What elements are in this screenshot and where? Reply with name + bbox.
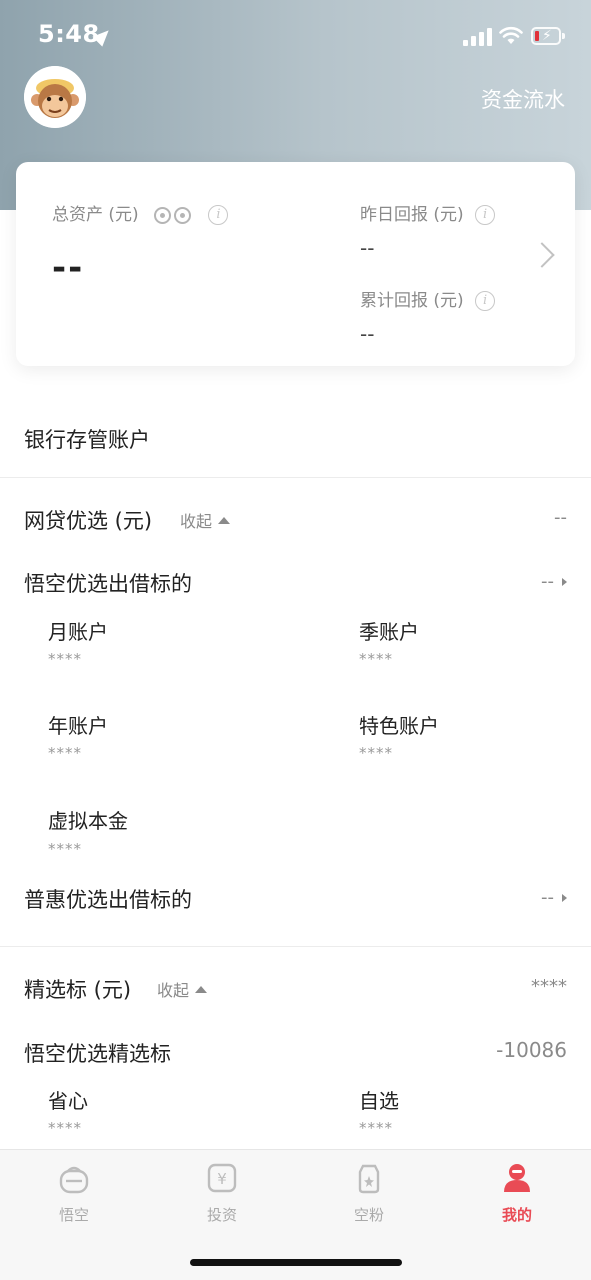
yesterday-return-label-row: 昨日回报 (元) i [360, 200, 496, 225]
wukong-select-group-value: -10086 [496, 1038, 567, 1062]
worry-free-label[interactable]: 省心 [48, 1085, 88, 1114]
asset-summary-card[interactable]: 总资产 (元) i -- 昨日回报 (元) i -- 累计回报 (元) i -- [16, 162, 575, 366]
tab-fans[interactable]: 空粉 [319, 1162, 419, 1225]
collapse-label: 收起 [157, 981, 190, 1000]
eye-icon[interactable] [154, 206, 172, 224]
caret-up-icon [218, 517, 231, 524]
cumulative-return-label-row: 累计回报 (元) i [360, 286, 496, 311]
yesterday-return-label: 昨日回报 (元) [360, 205, 464, 225]
self-select-value: **** [359, 1119, 393, 1137]
select-collapse-toggle[interactable]: 收起 [157, 977, 208, 1001]
year-account-value: **** [48, 744, 82, 762]
monkey-avatar-icon [24, 66, 86, 128]
chevron-right-icon[interactable] [529, 242, 555, 268]
home-indicator [190, 1259, 402, 1266]
tab-label: 我的 [501, 1206, 532, 1224]
tab-profile[interactable]: 我的 [467, 1162, 567, 1225]
wukong-icon [59, 1166, 89, 1194]
wifi-icon [499, 26, 523, 44]
info-icon[interactable]: i [475, 291, 496, 311]
virtual-principal-value: **** [48, 840, 82, 858]
bank-custody-account[interactable]: 银行存管账户 [24, 424, 150, 454]
wukong-loan-group-value[interactable]: -- [541, 571, 567, 592]
profile-icon [504, 1164, 530, 1192]
invest-icon: ¥ [207, 1163, 237, 1193]
tab-invest[interactable]: ¥ 投资 [172, 1162, 272, 1225]
month-account-label[interactable]: 月账户 [48, 616, 108, 645]
loan-section-title: 网贷优选 (元) [24, 509, 153, 533]
fans-icon [358, 1164, 380, 1194]
puhui-loan-group-title[interactable]: 普惠优选出借标的 [24, 884, 192, 914]
chevron-right-icon [562, 894, 567, 902]
year-account-label[interactable]: 年账户 [48, 710, 108, 739]
puhui-loan-group-value[interactable]: -- [541, 887, 567, 908]
info-icon[interactable]: i [208, 205, 229, 225]
tab-label: 悟空 [58, 1206, 89, 1224]
select-section-title: 精选标 (元) [24, 978, 132, 1002]
self-select-label[interactable]: 自选 [359, 1085, 399, 1114]
virtual-principal-label[interactable]: 虚拟本金 [48, 805, 128, 834]
select-section-value: **** [531, 976, 567, 997]
total-assets-label-row: 总资产 (元) i [52, 200, 229, 225]
divider [0, 946, 591, 947]
divider [0, 477, 591, 478]
svg-text:¥: ¥ [217, 1170, 227, 1188]
quarter-account-value: **** [359, 650, 393, 668]
quarter-account-label[interactable]: 季账户 [359, 616, 419, 645]
caret-up-icon [195, 986, 208, 993]
tab-label: 空粉 [353, 1206, 384, 1224]
cumulative-return-label: 累计回报 (元) [360, 291, 464, 311]
group-value: -- [541, 887, 554, 908]
group-value: -- [541, 571, 554, 592]
tab-label: 投资 [206, 1206, 237, 1224]
wukong-loan-group-title[interactable]: 悟空优选出借标的 [24, 568, 192, 598]
worry-free-value: **** [48, 1119, 82, 1137]
total-assets-label: 总资产 (元) [52, 205, 139, 225]
cumulative-return-value: -- [360, 322, 375, 346]
battery-icon: ⚡ [531, 27, 565, 45]
wukong-select-group-title[interactable]: 悟空优选精选标 [24, 1038, 171, 1068]
loan-collapse-toggle[interactable]: 收起 [180, 508, 231, 532]
loan-section-value: -- [554, 507, 567, 528]
month-account-value: **** [48, 650, 82, 668]
status-bar: 5:48 ⚡ [0, 0, 591, 70]
info-icon[interactable]: i [475, 205, 496, 225]
yesterday-return-value: -- [360, 236, 375, 260]
status-time: 5:48 [38, 20, 100, 48]
funds-flow-link[interactable]: 资金流水 [481, 84, 565, 114]
chevron-right-icon [562, 578, 567, 586]
total-assets-value: -- [52, 248, 85, 288]
cellular-signal-icon [463, 28, 493, 46]
eye-icon[interactable] [174, 206, 192, 224]
collapse-label: 收起 [180, 512, 213, 531]
special-account-label[interactable]: 特色账户 [359, 710, 439, 739]
avatar[interactable] [24, 66, 86, 128]
tab-wukong[interactable]: 悟空 [24, 1162, 124, 1225]
special-account-value: **** [359, 744, 393, 762]
